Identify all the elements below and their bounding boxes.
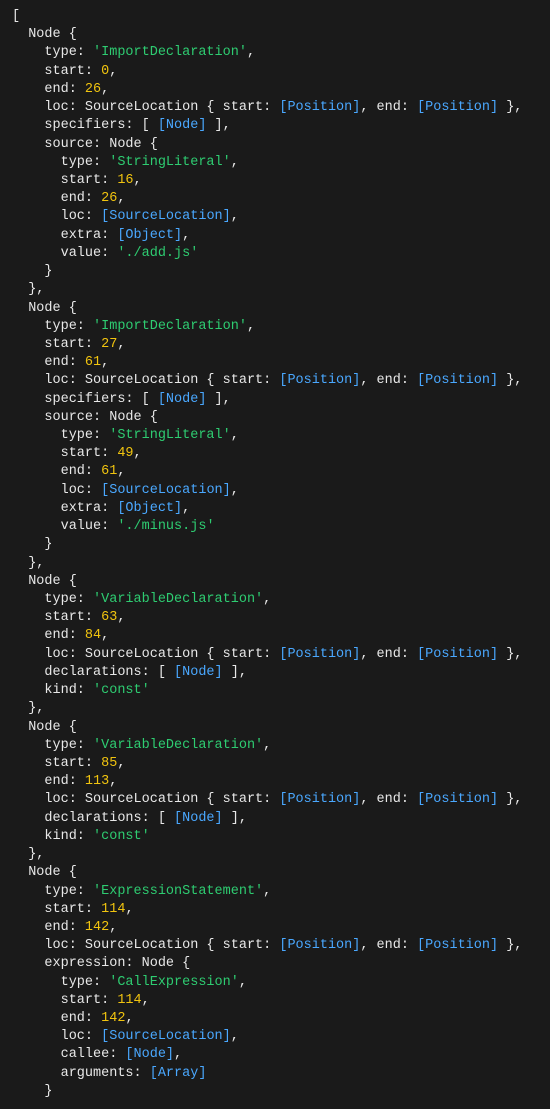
source-header: source: Node { <box>12 137 158 152</box>
end-value: 26 <box>85 82 101 97</box>
array-open: [ <box>12 9 20 24</box>
kind-value: 'const' <box>93 829 150 844</box>
node-header: Node { <box>12 865 77 880</box>
node-close: }, <box>12 556 44 571</box>
node-header: Node { <box>12 301 77 316</box>
source-value: './add.js' <box>117 246 198 261</box>
type-value: 'VariableDeclaration' <box>93 738 263 753</box>
node-close: }, <box>12 847 44 862</box>
position-ref: [Position] <box>279 100 360 115</box>
type-value: 'ImportDeclaration' <box>93 45 247 60</box>
node-header: Node { <box>12 574 77 589</box>
node-close: }, <box>12 282 44 297</box>
kind-value: 'const' <box>93 683 150 698</box>
console-output: [ Node { type: 'ImportDeclaration', star… <box>12 8 538 1101</box>
node-ref: [Node] <box>158 118 207 133</box>
node-header: Node { <box>12 27 77 42</box>
type-value: 'ExpressionStatement' <box>93 884 263 899</box>
type-value: 'VariableDeclaration' <box>93 592 263 607</box>
position-ref: [Position] <box>417 100 498 115</box>
node-close: }, <box>12 701 44 716</box>
source-value: './minus.js' <box>117 519 214 534</box>
type-value: 'ImportDeclaration' <box>93 319 247 334</box>
node-header: Node { <box>12 720 77 735</box>
